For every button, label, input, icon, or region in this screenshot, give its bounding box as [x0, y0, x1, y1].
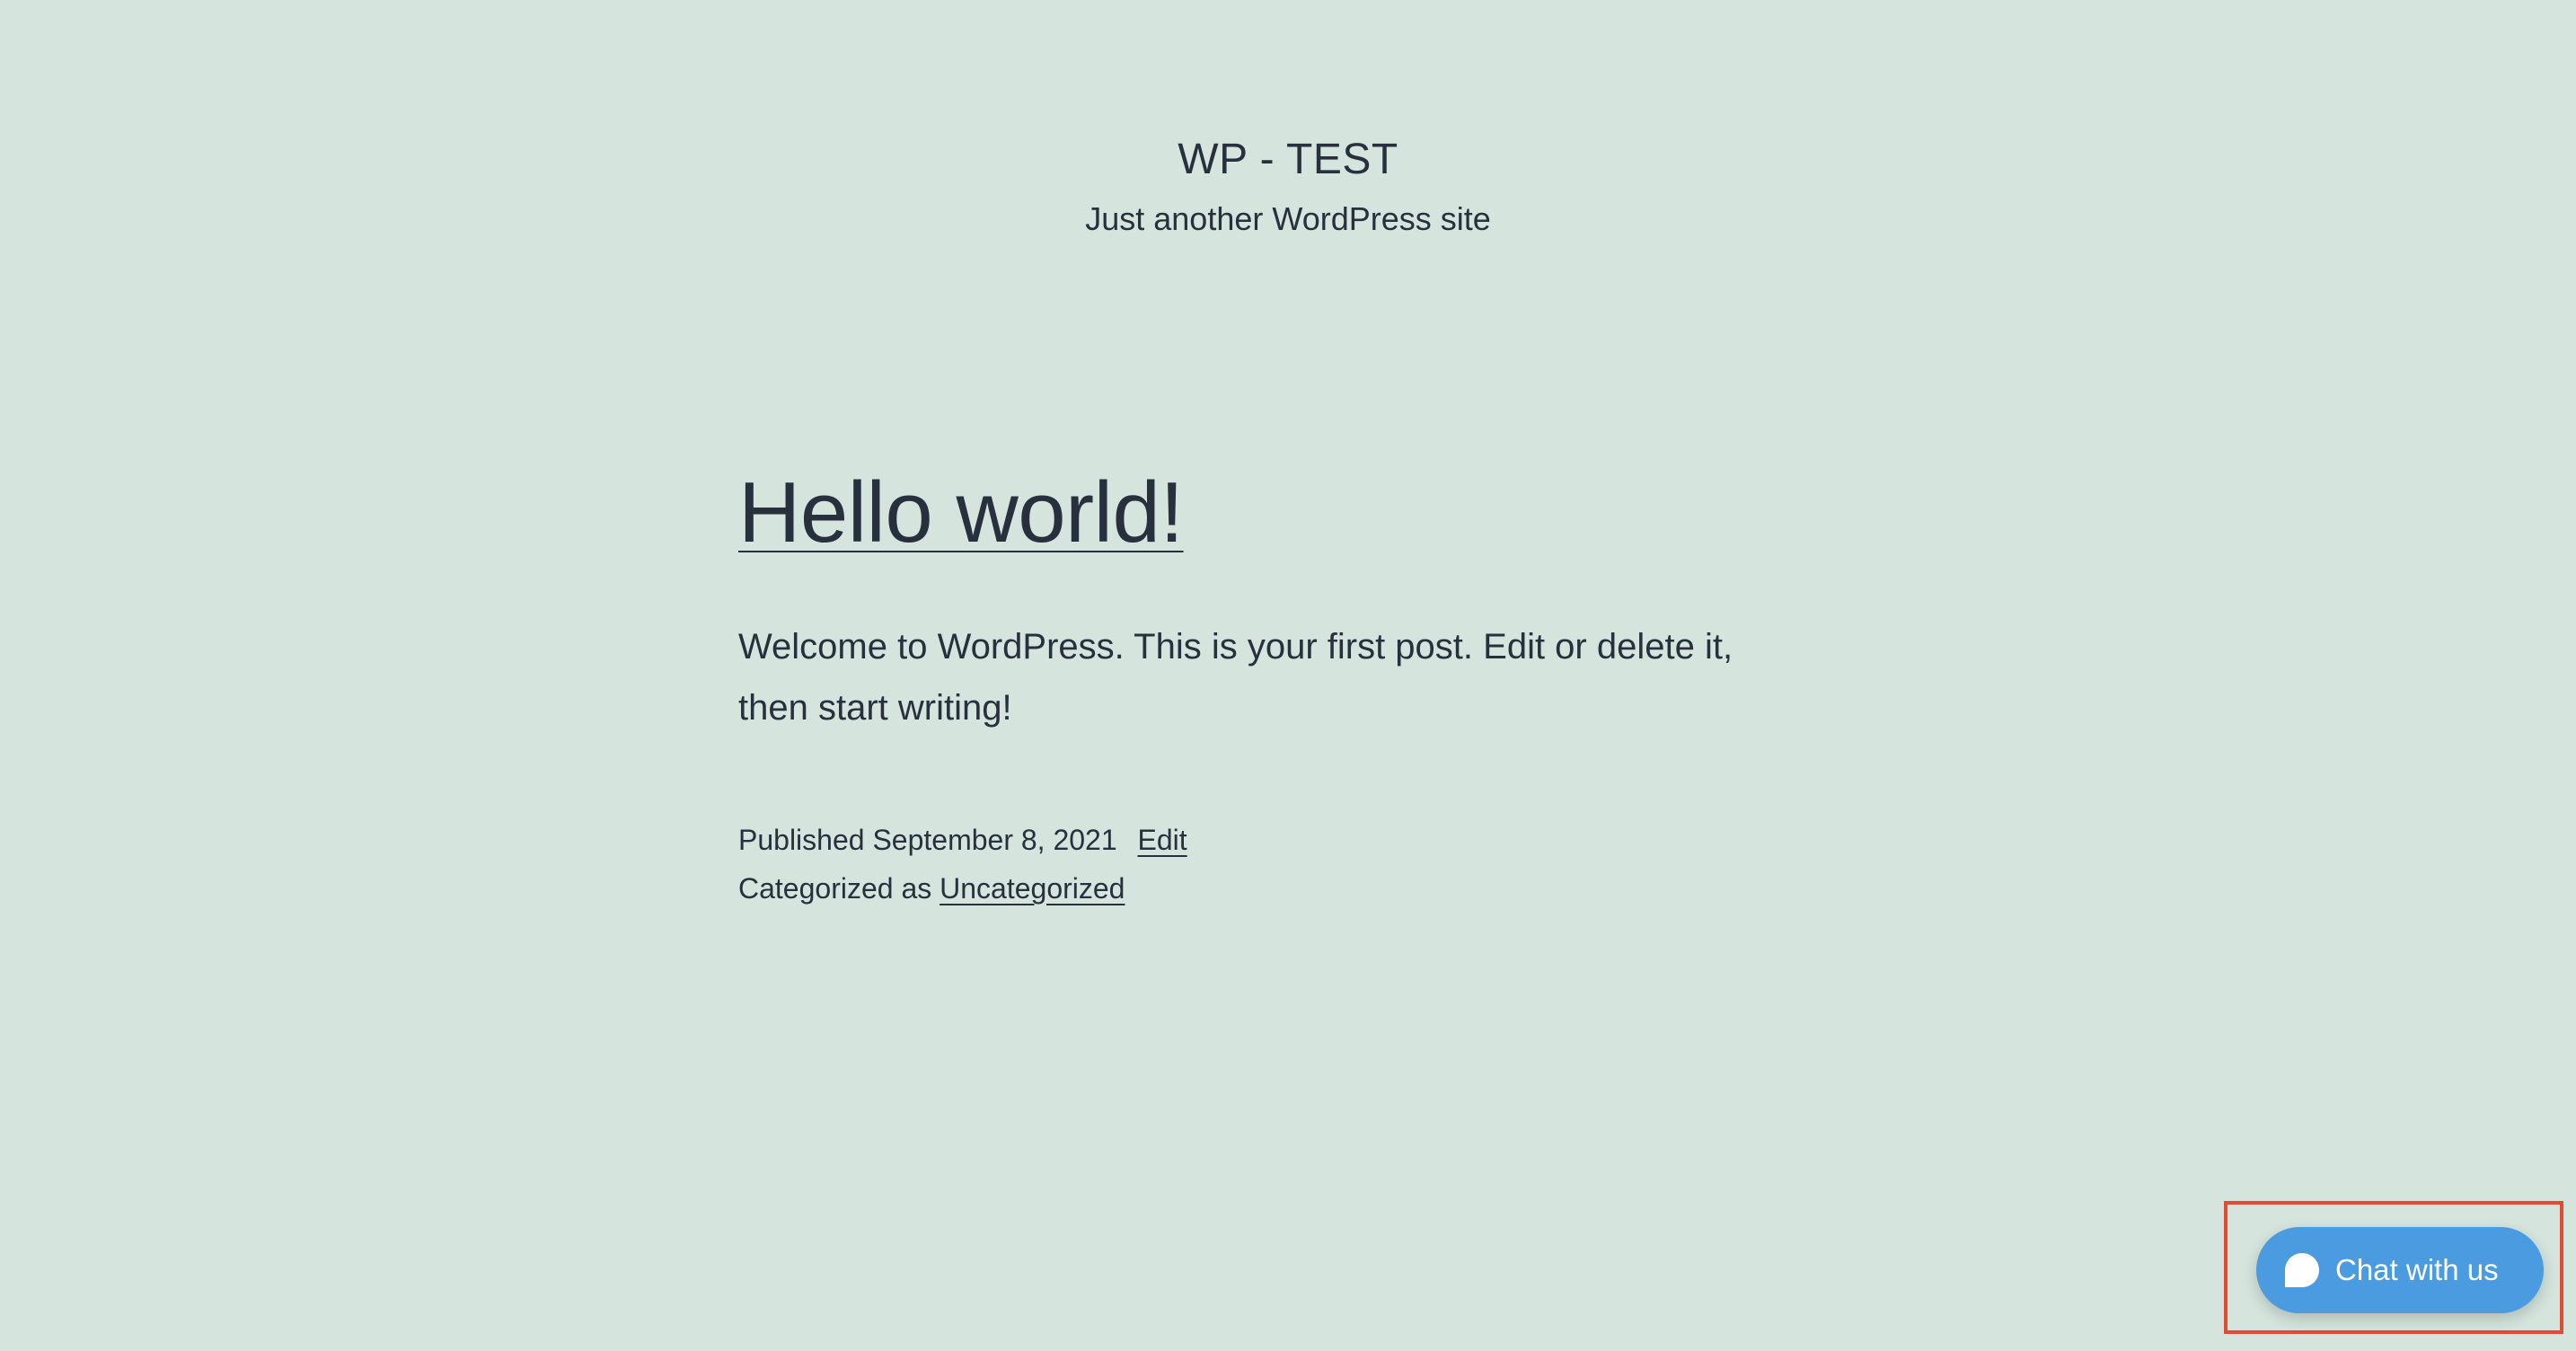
site-title[interactable]: WP - TEST — [0, 131, 2576, 189]
published-date: September 8, 2021 — [872, 824, 1117, 856]
category-row: Categorized as Uncategorized — [738, 864, 1816, 913]
post-content: Welcome to WordPress. This is your first… — [738, 627, 1734, 728]
site-tagline: Just another WordPress site — [1085, 200, 1491, 237]
site-header: WP - TEST Just another WordPress site — [0, 131, 2576, 243]
chat-button-label: Chat with us — [2335, 1253, 2499, 1286]
published-label: Published — [738, 824, 865, 856]
categorized-label: Categorized as — [738, 872, 932, 905]
edit-link[interactable]: Edit — [1138, 824, 1187, 856]
published-row: Published September 8, 2021 Edit — [738, 816, 1816, 864]
chat-bubble-icon — [2285, 1253, 2319, 1287]
post-article: Hello world! Welcome to WordPress. This … — [738, 460, 1816, 913]
category-link[interactable]: Uncategorized — [940, 872, 1125, 905]
post-title-link[interactable]: Hello world! — [738, 460, 1184, 566]
chat-with-us-button[interactable]: Chat with us — [2256, 1227, 2544, 1313]
post-meta: Published September 8, 2021 Edit Categor… — [738, 816, 1816, 913]
